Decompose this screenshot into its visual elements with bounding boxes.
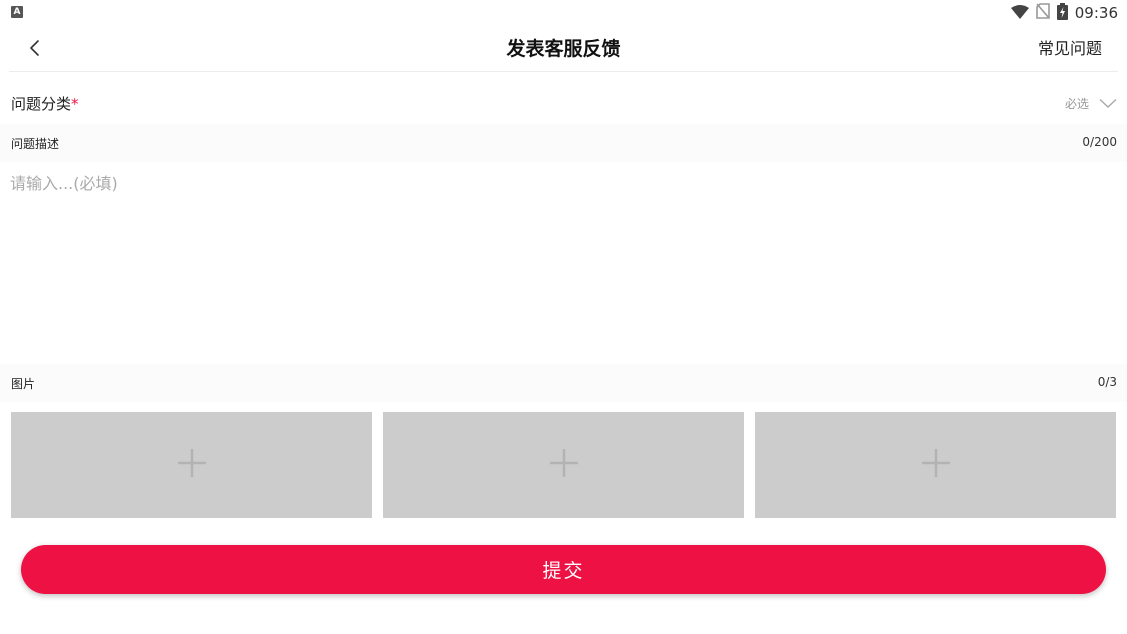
description-counter: 0/200 — [1082, 135, 1117, 149]
plus-icon — [549, 448, 579, 482]
status-bar: A 09:36 — [0, 0, 1127, 26]
add-image-slot-3[interactable] — [755, 412, 1116, 518]
category-placeholder: 必选 — [1064, 96, 1089, 111]
description-header: 问题描述 0/200 — [0, 124, 1127, 162]
page-title: 发表客服反馈 — [506, 38, 621, 60]
add-image-slot-1[interactable] — [11, 412, 372, 518]
images-header: 图片 0/3 — [0, 364, 1127, 402]
category-row[interactable]: 问题分类* 必选 — [0, 82, 1127, 124]
images-counter: 0/3 — [1097, 375, 1117, 389]
nav-bar: 发表客服反馈 常见问题 — [9, 26, 1118, 72]
category-label-text: 问题分类 — [11, 95, 72, 113]
status-right: 09:36 — [1010, 2, 1118, 24]
chevron-down-icon — [1099, 94, 1117, 113]
description-input[interactable] — [10, 170, 1117, 360]
description-label: 问题描述 — [11, 137, 60, 151]
add-image-slot-2[interactable] — [383, 412, 744, 518]
required-mark: * — [71, 95, 79, 113]
faq-link[interactable]: 常见问题 — [1038, 26, 1102, 72]
app-notification-icon: A — [11, 6, 23, 18]
submit-button[interactable]: 提交 — [21, 545, 1106, 594]
wifi-icon — [1010, 4, 1029, 23]
chevron-left-icon — [28, 39, 40, 61]
battery-charging-icon — [1056, 2, 1068, 24]
category-label: 问题分类* — [11, 93, 79, 114]
category-select[interactable]: 必选 — [1065, 92, 1117, 114]
plus-icon — [177, 448, 207, 482]
back-button[interactable] — [21, 37, 47, 63]
no-sim-icon — [1035, 3, 1050, 23]
plus-icon — [921, 448, 951, 482]
images-label: 图片 — [11, 377, 36, 391]
status-time: 09:36 — [1074, 4, 1118, 22]
